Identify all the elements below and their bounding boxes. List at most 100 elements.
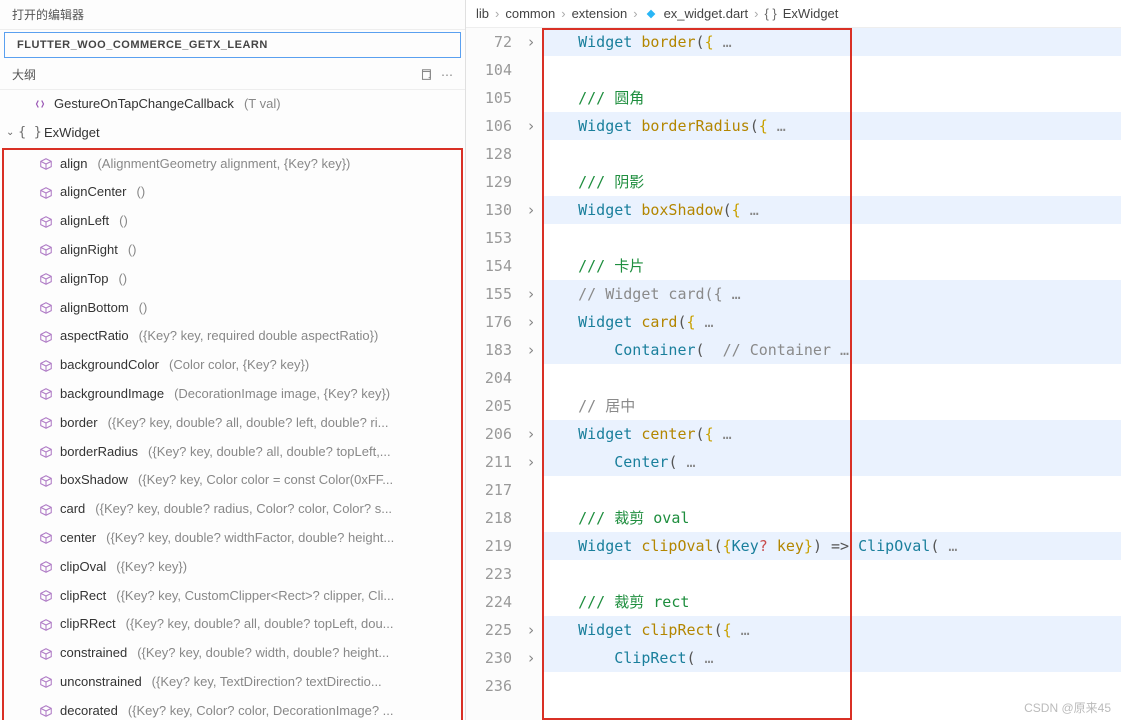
code-area[interactable]: Widget border({ … /// 圆角 Widget borderRa… [542,28,1121,720]
outline-method-align[interactable]: align(AlignmentGeometry alignment, {Key?… [4,150,461,179]
fold-toggle[interactable]: › [520,308,542,336]
outline-method-clipRect[interactable]: clipRect({Key? key, CustomClipper<Rect>?… [4,582,461,611]
code-line[interactable]: Widget borderRadius({ … [542,112,1121,140]
outline-method-center[interactable]: center({Key? key, double? widthFactor, d… [4,524,461,553]
line-number[interactable]: 155 [466,280,512,308]
line-number[interactable]: 129 [466,168,512,196]
breadcrumb-extension[interactable]: extension [572,6,628,21]
line-number[interactable]: 104 [466,56,512,84]
method-icon [38,617,54,633]
method-params: ({Key? key, Color color = const Color(0x… [138,470,393,491]
line-number[interactable]: 106 [466,112,512,140]
code-line[interactable] [542,364,1121,392]
code-line[interactable]: Widget center({ … [542,420,1121,448]
line-number[interactable]: 72 [466,28,512,56]
breadcrumb-common[interactable]: common [505,6,555,21]
outline-method-backgroundColor[interactable]: backgroundColor(Color color, {Key? key}) [4,351,461,380]
code-line[interactable]: /// 裁剪 rect [542,588,1121,616]
line-number[interactable]: 217 [466,476,512,504]
outline-method-unconstrained[interactable]: unconstrained({Key? key, TextDirection? … [4,668,461,697]
code-line[interactable]: Container( // Container … [542,336,1121,364]
line-number[interactable]: 153 [466,224,512,252]
copy-icon[interactable] [419,68,433,82]
more-icon[interactable]: ⋯ [441,68,453,82]
open-editors-header[interactable]: 打开的编辑器 [0,0,465,30]
outline-method-boxShadow[interactable]: boxShadow({Key? key, Color color = const… [4,466,461,495]
outline-method-card[interactable]: card({Key? key, double? radius, Color? c… [4,495,461,524]
line-number[interactable]: 204 [466,364,512,392]
line-number[interactable]: 154 [466,252,512,280]
line-number[interactable]: 219 [466,532,512,560]
outline-method-alignTop[interactable]: alignTop() [4,265,461,294]
code-line[interactable]: /// 卡片 [542,252,1121,280]
code-line[interactable] [542,672,1121,700]
line-number[interactable]: 223 [466,560,512,588]
fold-toggle[interactable]: › [520,28,542,56]
method-name: alignTop [60,269,108,290]
line-number[interactable]: 183 [466,336,512,364]
line-number[interactable]: 130 [466,196,512,224]
code-line[interactable]: ClipRect( … [542,644,1121,672]
fold-toggle[interactable]: › [520,448,542,476]
fold-toggle[interactable]: › [520,616,542,644]
line-number[interactable]: 105 [466,84,512,112]
code-line[interactable] [542,56,1121,84]
fold-toggle[interactable]: › [520,644,542,672]
outline-method-alignBottom[interactable]: alignBottom() [4,294,461,323]
code-line[interactable] [542,560,1121,588]
code-line[interactable]: Widget card({ … [542,308,1121,336]
line-number[interactable]: 176 [466,308,512,336]
code-line[interactable]: Widget border({ … [542,28,1121,56]
method-icon [38,473,54,489]
outline-method-decorated[interactable]: decorated({Key? key, Color? color, Decor… [4,697,461,720]
outline-method-alignRight[interactable]: alignRight() [4,236,461,265]
line-number[interactable]: 225 [466,616,512,644]
line-number[interactable]: 236 [466,672,512,700]
outline-method-borderRadius[interactable]: borderRadius({Key? key, double? all, dou… [4,438,461,467]
code-line[interactable]: // Widget card({ … [542,280,1121,308]
code-line[interactable] [542,140,1121,168]
code-line[interactable]: // 居中 [542,392,1121,420]
line-number[interactable]: 205 [466,392,512,420]
line-number[interactable]: 224 [466,588,512,616]
outline-method-constrained[interactable]: constrained({Key? key, double? width, do… [4,639,461,668]
code-line[interactable]: /// 阴影 [542,168,1121,196]
line-number[interactable]: 206 [466,420,512,448]
fold-toggle[interactable]: › [520,196,542,224]
outline-method-clipRRect[interactable]: clipRRect({Key? key, double? all, double… [4,610,461,639]
method-name: border [60,413,98,434]
code-line[interactable] [542,476,1121,504]
outline-method-clipOval[interactable]: clipOval({Key? key}) [4,553,461,582]
method-name: aspectRatio [60,326,129,347]
code-line[interactable]: /// 裁剪 oval [542,504,1121,532]
code-line[interactable]: /// 圆角 [542,84,1121,112]
breadcrumb-lib[interactable]: lib [476,6,489,21]
breadcrumb-symbol[interactable]: ExWidget [783,6,839,21]
outline-item-GestureOnTapChangeCallback[interactable]: GestureOnTapChangeCallback(T val) [0,90,465,119]
line-number[interactable]: 230 [466,644,512,672]
fold-toggle[interactable]: › [520,336,542,364]
outline-method-aspectRatio[interactable]: aspectRatio({Key? key, required double a… [4,322,461,351]
line-number[interactable]: 218 [466,504,512,532]
editor-body[interactable]: 7210410510612812913015315415517618320420… [466,28,1121,720]
outline-method-backgroundImage[interactable]: backgroundImage(DecorationImage image, {… [4,380,461,409]
code-line[interactable]: Widget clipRect({ … [542,616,1121,644]
chevron-down-icon[interactable]: ⌄ [6,125,16,141]
line-number[interactable]: 211 [466,448,512,476]
outline-item-ExWidget[interactable]: ⌄{ }ExWidget [0,119,465,148]
outline-method-border[interactable]: border({Key? key, double? all, double? l… [4,409,461,438]
fold-toggle[interactable]: › [520,280,542,308]
code-line[interactable]: Widget boxShadow({ … [542,196,1121,224]
outline-method-alignCenter[interactable]: alignCenter() [4,178,461,207]
code-line[interactable]: Widget clipOval({Key? key}) => ClipOval(… [542,532,1121,560]
fold-toggle [520,560,542,588]
code-line[interactable] [542,224,1121,252]
outline-method-alignLeft[interactable]: alignLeft() [4,207,461,236]
line-number[interactable]: 128 [466,140,512,168]
fold-toggle[interactable]: › [520,420,542,448]
fold-toggle[interactable]: › [520,112,542,140]
project-title[interactable]: FLUTTER_WOO_COMMERCE_GETX_LEARN [4,32,461,58]
code-line[interactable]: Center( … [542,448,1121,476]
breadcrumb-file[interactable]: ex_widget.dart [664,6,749,21]
fold-toggle [520,168,542,196]
